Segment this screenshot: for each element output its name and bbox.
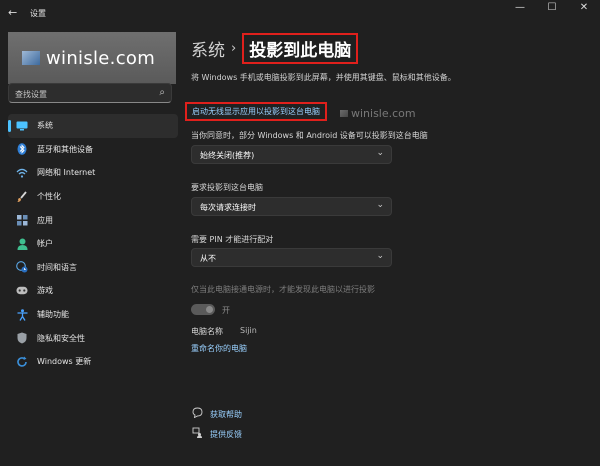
globe-clock-icon: [16, 261, 28, 273]
get-help-label: 获取帮助: [210, 409, 242, 419]
watermark: winisle.com: [8, 32, 176, 84]
power-discovery-toggle[interactable]: [191, 304, 215, 315]
chevron-down-icon: ⌄: [376, 200, 384, 210]
watermark-small: winisle.com: [340, 107, 416, 120]
ask-to-project-dropdown[interactable]: 每次请求连接时 ⌄: [191, 197, 392, 216]
sidebar-item-apps[interactable]: 应用: [8, 208, 178, 232]
person-icon: [16, 238, 28, 250]
wireless-display-link[interactable]: 启动无线显示应用以投影到这台电脑: [192, 107, 320, 116]
sidebar-item-windows-update[interactable]: Windows 更新: [8, 350, 178, 374]
back-button[interactable]: ←: [8, 6, 17, 19]
bluetooth-icon: [16, 143, 28, 156]
sidebar-item-accounts[interactable]: 帐户: [8, 232, 178, 256]
watermark-logo-icon: [340, 110, 348, 117]
shield-icon: [16, 332, 28, 344]
app-title: 设置: [30, 9, 46, 18]
sidebar-item-network[interactable]: 网络和 Internet: [8, 161, 178, 185]
sidebar-item-label: 蓝牙和其他设备: [37, 144, 93, 154]
sidebar-item-label: 应用: [37, 215, 53, 225]
sidebar-item-label: 游戏: [37, 286, 53, 296]
breadcrumb-separator: ›: [231, 40, 237, 56]
maximize-button[interactable]: ☐: [536, 0, 568, 18]
sidebar-item-label: Windows 更新: [37, 357, 92, 367]
window-controls: — ☐ ✕: [504, 0, 600, 18]
search-icon: ⌕: [159, 87, 165, 98]
watermark-text: winisle.com: [46, 47, 156, 69]
sidebar-item-label: 网络和 Internet: [37, 168, 96, 178]
rename-pc-link[interactable]: 重命名你的电脑: [191, 343, 247, 354]
sidebar-item-label: 个性化: [37, 192, 61, 202]
sidebar-item-gaming[interactable]: 游戏: [8, 279, 178, 303]
sidebar-item-personalization[interactable]: 个性化: [8, 185, 178, 209]
dropdown-value: 始终关闭(推荐): [200, 151, 255, 160]
feedback-icon: [191, 427, 203, 441]
give-feedback-link[interactable]: 提供反馈: [191, 427, 242, 441]
sidebar-item-label: 辅助功能: [37, 310, 69, 320]
toggle-knob: [206, 306, 213, 313]
get-help-link[interactable]: 获取帮助: [191, 407, 242, 421]
search-placeholder: 查找设置: [15, 90, 47, 99]
projection-availability-dropdown[interactable]: 始终关闭(推荐) ⌄: [191, 145, 392, 164]
main-content: 系统 › 投影到此电脑 将 Windows 手机或电脑投影到此屏幕，并使用其键盘…: [180, 26, 600, 466]
breadcrumb-system[interactable]: 系统: [191, 36, 225, 61]
pc-name-value: Sijin: [240, 326, 257, 335]
accessibility-icon: [16, 308, 28, 321]
sidebar-nav: 系统 蓝牙和其他设备 网络和 Internet 个性化 应用 帐户 时间和语言 …: [8, 114, 178, 374]
sidebar-item-privacy[interactable]: 隐私和安全性: [8, 326, 178, 350]
require-pin-label: 需要 PIN 才能进行配对: [191, 235, 274, 244]
pc-name-label: 电脑名称: [191, 327, 223, 336]
sidebar-item-accessibility[interactable]: 辅助功能: [8, 303, 178, 327]
sidebar: winisle.com 查找设置 ⌕ 系统 蓝牙和其他设备 网络和 Intern…: [0, 26, 180, 466]
power-discovery-label: 仅当此电脑接通电源时，才能发现此电脑以进行投影: [191, 285, 375, 294]
update-icon: [16, 356, 28, 368]
dropdown-value: 从不: [200, 254, 216, 263]
toggle-state-text: 开: [222, 306, 230, 315]
wifi-icon: [16, 167, 28, 179]
apps-icon: [16, 214, 28, 226]
watermark-small-text: winisle.com: [351, 107, 416, 120]
search-input[interactable]: 查找设置 ⌕: [8, 83, 172, 103]
sidebar-item-label: 系统: [37, 121, 53, 131]
require-pin-dropdown[interactable]: 从不 ⌄: [191, 248, 392, 267]
sidebar-item-system[interactable]: 系统: [8, 114, 178, 138]
gamepad-icon: [16, 285, 28, 297]
chevron-down-icon: ⌄: [376, 251, 384, 261]
give-feedback-label: 提供反馈: [210, 429, 242, 439]
title-bar: ← 设置 — ☐ ✕: [0, 0, 600, 26]
page-title: 投影到此电脑: [249, 40, 352, 61]
watermark-logo-icon: [22, 51, 40, 65]
minimize-button[interactable]: —: [504, 0, 536, 18]
sidebar-item-label: 时间和语言: [37, 262, 77, 272]
sidebar-item-label: 隐私和安全性: [37, 333, 85, 343]
sidebar-item-bluetooth[interactable]: 蓝牙和其他设备: [8, 138, 178, 162]
page-title-highlight: 投影到此电脑: [242, 32, 359, 64]
page-description: 将 Windows 手机或电脑投影到此屏幕，并使用其键盘、鼠标和其他设备。: [191, 73, 456, 82]
projection-availability-label: 当你同意时，部分 Windows 和 Android 设备可以投影到这台电脑: [191, 131, 428, 140]
help-icon: [191, 407, 203, 421]
chevron-down-icon: ⌄: [376, 148, 384, 158]
monitor-icon: [16, 120, 28, 132]
sidebar-item-label: 帐户: [37, 239, 53, 249]
dropdown-value: 每次请求连接时: [200, 203, 256, 212]
ask-to-project-label: 要求投影到这台电脑: [191, 183, 263, 192]
sidebar-item-time-language[interactable]: 时间和语言: [8, 256, 178, 280]
wireless-display-link-highlight: 启动无线显示应用以投影到这台电脑: [185, 102, 327, 121]
close-button[interactable]: ✕: [568, 0, 600, 18]
brush-icon: [16, 191, 28, 203]
breadcrumb: 系统 › 投影到此电脑: [191, 30, 359, 66]
